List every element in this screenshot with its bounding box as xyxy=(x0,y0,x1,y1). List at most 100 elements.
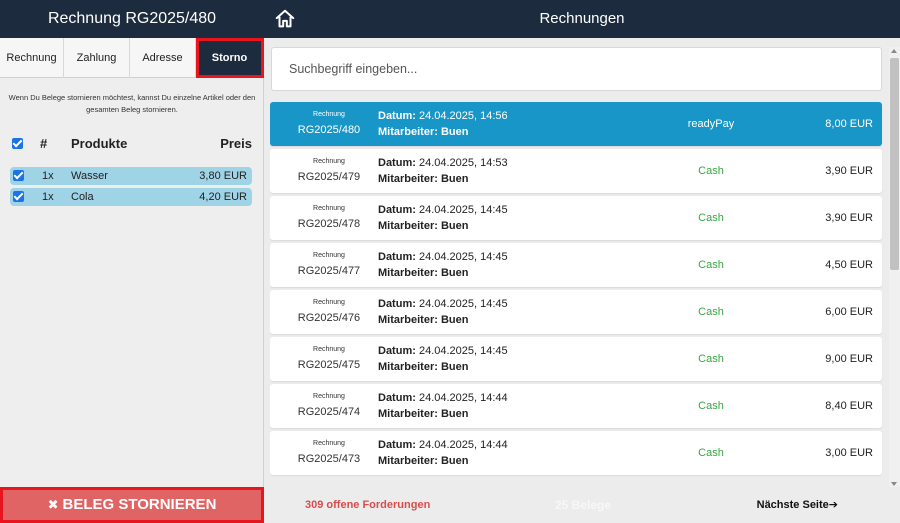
search-input[interactable]: Suchbegriff eingeben... xyxy=(271,47,882,91)
employee-label: Mitarbeiter: xyxy=(378,220,438,232)
product-price: 3,80 EUR xyxy=(199,170,247,182)
product-name: Wasser xyxy=(71,170,108,182)
product-qty: 1x xyxy=(42,191,54,203)
storno-info-text: Wenn Du Belege stornieren möchtest, kann… xyxy=(8,93,256,114)
employee-label: Mitarbeiter: xyxy=(378,314,438,326)
invoice-number: RG2025/480 xyxy=(297,124,361,136)
product-name: Cola xyxy=(71,191,94,203)
employee-value: Buen xyxy=(440,126,469,138)
payment-method: Cash xyxy=(698,212,724,224)
employee-label: Mitarbeiter: xyxy=(378,126,438,138)
document-count: 25 Belege xyxy=(555,498,612,512)
date-label: Datum: xyxy=(378,110,416,122)
invoice-employee: Mitarbeiter: Buen xyxy=(378,173,468,185)
employee-value: Buen xyxy=(440,455,469,467)
invoice-row[interactable]: Rechnung RG2025/477 Datum: 24.04.2025, 1… xyxy=(270,243,882,287)
payment-method: Cash xyxy=(698,306,724,318)
employee-label: Mitarbeiter: xyxy=(378,267,438,279)
invoice-list-panel: Suchbegriff eingeben... Rechnung RG2025/… xyxy=(265,38,900,523)
invoice-kind: Rechnung xyxy=(313,111,345,118)
date-label: Datum: xyxy=(378,204,416,216)
date-label: Datum: xyxy=(378,251,416,263)
date-label: Datum: xyxy=(378,439,416,451)
payment-method: Cash xyxy=(698,259,724,271)
invoice-kind: Rechnung xyxy=(313,158,345,165)
storno-button-label: BELEG STORNIEREN xyxy=(62,496,217,513)
employee-value: Buen xyxy=(440,314,469,326)
invoice-row[interactable]: Rechnung RG2025/476 Datum: 24.04.2025, 1… xyxy=(270,290,882,334)
invoice-row[interactable]: Rechnung RG2025/475 Datum: 24.04.2025, 1… xyxy=(270,337,882,381)
date-value: 24.04.2025, 14:45 xyxy=(418,345,508,357)
employee-label: Mitarbeiter: xyxy=(378,361,438,373)
employee-label: Mitarbeiter: xyxy=(378,408,438,420)
invoice-kind: Rechnung xyxy=(313,299,345,306)
employee-value: Buen xyxy=(440,173,469,185)
invoice-amount: 3,00 EUR xyxy=(825,447,873,459)
list-footer: 309 offene Forderungen 25 Belege Nächste… xyxy=(265,487,900,523)
column-hash: # xyxy=(40,136,48,151)
invoice-row[interactable]: Rechnung RG2025/479 Datum: 24.04.2025, 1… xyxy=(270,149,882,193)
product-row[interactable]: 1x Cola 4,20 EUR xyxy=(10,188,252,206)
tab-rechnung[interactable]: Rechnung xyxy=(0,38,64,78)
invoice-amount: 9,00 EUR xyxy=(825,353,873,365)
product-table-header: # Produkte Preis xyxy=(0,134,264,156)
date-value: 24.04.2025, 14:53 xyxy=(418,157,508,169)
invoice-kind: Rechnung xyxy=(313,393,345,400)
invoice-number: RG2025/478 xyxy=(297,218,361,230)
tab-adresse[interactable]: Adresse xyxy=(130,38,196,78)
invoice-date: Datum: 24.04.2025, 14:56 xyxy=(378,110,508,122)
invoice-title: Rechnung RG2025/480 xyxy=(47,10,217,27)
tab-zahlung[interactable]: Zahlung xyxy=(64,38,130,78)
invoice-row[interactable]: Rechnung RG2025/473 Datum: 24.04.2025, 1… xyxy=(270,431,882,475)
invoice-date: Datum: 24.04.2025, 14:44 xyxy=(378,439,508,451)
product-row[interactable]: 1x Wasser 3,80 EUR xyxy=(10,167,252,185)
next-page-label: Nächste Seite xyxy=(756,499,829,511)
invoice-kind: Rechnung xyxy=(313,346,345,353)
date-label: Datum: xyxy=(378,298,416,310)
invoice-row[interactable]: Rechnung RG2025/478 Datum: 24.04.2025, 1… xyxy=(270,196,882,240)
open-claims-link[interactable]: 309 offene Forderungen xyxy=(305,487,430,523)
invoice-number: RG2025/477 xyxy=(297,265,361,277)
payment-method: Cash xyxy=(698,447,724,459)
product-checkbox[interactable] xyxy=(13,170,24,181)
date-value: 24.04.2025, 14:45 xyxy=(418,298,508,310)
storno-button[interactable]: ✖ BELEG STORNIEREN xyxy=(0,487,264,523)
invoice-row[interactable]: Rechnung RG2025/480 Datum: 24.04.2025, 1… xyxy=(270,102,882,146)
employee-label: Mitarbeiter: xyxy=(378,173,438,185)
arrow-right-icon: ➔ xyxy=(828,499,838,511)
select-all-checkbox[interactable] xyxy=(12,138,23,149)
column-products: Produkte xyxy=(71,136,128,151)
x-icon: ✖ xyxy=(47,497,59,512)
next-page-button[interactable]: Nächste Seite➔ xyxy=(757,487,838,523)
invoice-detail-panel: Rechnung Zahlung Adresse Storno Wenn Du … xyxy=(0,38,264,523)
invoice-employee: Mitarbeiter: Buen xyxy=(378,408,468,420)
invoice-number: RG2025/474 xyxy=(297,406,361,418)
payment-method: Cash xyxy=(698,353,724,365)
invoice-number: RG2025/476 xyxy=(297,312,361,324)
scrollbar-thumb[interactable] xyxy=(890,58,899,270)
scroll-up-arrow-icon[interactable] xyxy=(891,49,897,53)
invoice-employee: Mitarbeiter: Buen xyxy=(378,361,468,373)
payment-method: Cash xyxy=(698,400,724,412)
invoice-kind: Rechnung xyxy=(313,440,345,447)
list-scrollbar[interactable] xyxy=(889,47,900,489)
scroll-down-arrow-icon[interactable] xyxy=(891,482,897,486)
employee-label: Mitarbeiter: xyxy=(378,455,438,467)
product-checkbox[interactable] xyxy=(13,191,24,202)
date-value: 24.04.2025, 14:45 xyxy=(418,251,508,263)
invoice-amount: 6,00 EUR xyxy=(825,306,873,318)
invoice-employee: Mitarbeiter: Buen xyxy=(378,126,468,138)
tab-storno[interactable]: Storno xyxy=(196,38,264,78)
column-price: Preis xyxy=(220,136,252,151)
date-label: Datum: xyxy=(378,392,416,404)
date-value: 24.04.2025, 14:45 xyxy=(418,204,508,216)
employee-value: Buen xyxy=(440,220,469,232)
invoice-amount: 3,90 EUR xyxy=(825,212,873,224)
invoice-row[interactable]: Rechnung RG2025/474 Datum: 24.04.2025, 1… xyxy=(270,384,882,428)
date-value: 24.04.2025, 14:44 xyxy=(418,439,508,451)
payment-method: readyPay xyxy=(687,118,735,130)
employee-value: Buen xyxy=(440,408,469,420)
date-value: 24.04.2025, 14:44 xyxy=(418,392,508,404)
invoice-employee: Mitarbeiter: Buen xyxy=(378,220,468,232)
invoice-kind: Rechnung xyxy=(313,205,345,212)
